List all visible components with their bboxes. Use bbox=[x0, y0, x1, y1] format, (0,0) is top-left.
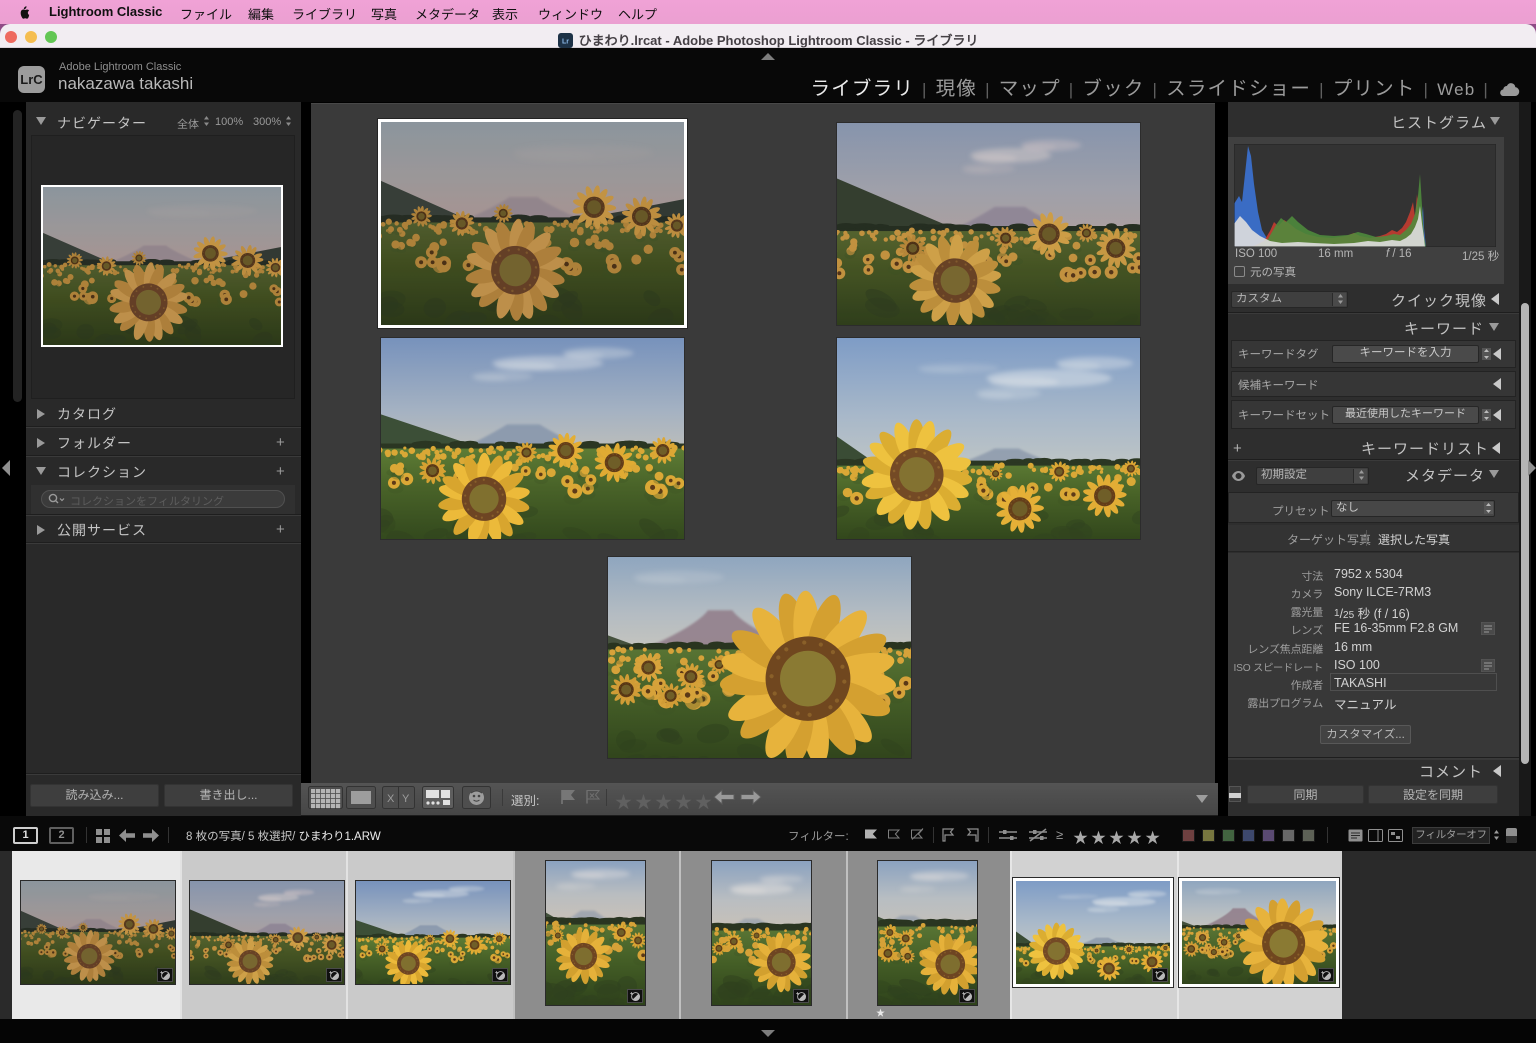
svg-text:Lr: Lr bbox=[562, 39, 569, 46]
svg-text:X: X bbox=[387, 793, 395, 805]
svg-text:Y: Y bbox=[402, 793, 410, 805]
